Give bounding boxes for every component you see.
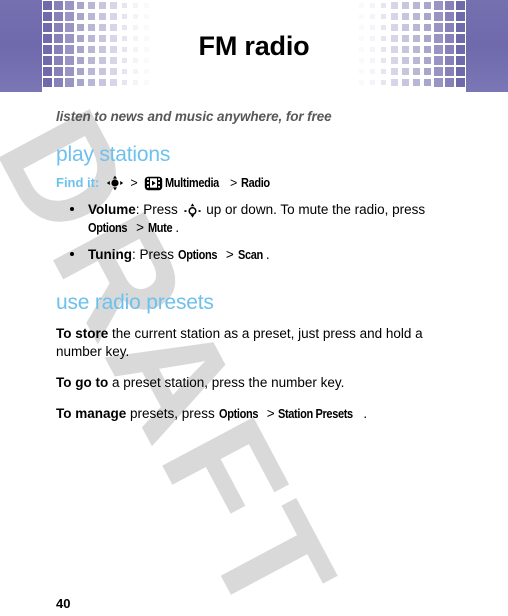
- term-volume: Volume: [88, 202, 136, 217]
- menu-item-multimedia[interactable]: Multimedia: [165, 176, 219, 191]
- page-title: FM radio: [0, 0, 508, 92]
- menu-item-options-3[interactable]: Options: [219, 406, 258, 423]
- manual-page: DRAFT FM radio listen to news and music …: [0, 0, 508, 616]
- find-it-label: Find it:: [56, 175, 100, 191]
- lead-to-manage: To manage: [56, 405, 127, 421]
- page-header: FM radio: [0, 0, 508, 92]
- body-to-manage: presets, press: [126, 405, 219, 421]
- paragraph-to-store: To store the current station as a preset…: [56, 325, 456, 361]
- term-tuning: Tuning: [88, 247, 132, 263]
- page-title-text: FM radio: [182, 28, 326, 64]
- bullet-dot: [70, 252, 74, 257]
- navigation-key-icon: [106, 175, 124, 191]
- menu-item-options-1[interactable]: Options: [88, 220, 127, 237]
- volume-separator: >: [132, 220, 148, 236]
- menu-item-radio[interactable]: Radio: [241, 176, 270, 191]
- section-heading-play-stations: play stations: [56, 143, 171, 166]
- paragraph-to-go-to: To go to a preset station, press the num…: [56, 374, 456, 392]
- bullet-dot: [70, 207, 74, 211]
- manage-end: .: [363, 405, 368, 421]
- tuning-end: .: [265, 247, 270, 263]
- section-heading-use-radio-presets: use radio presets: [56, 290, 214, 314]
- page-content: listen to news and music anywhere, for f…: [56, 92, 456, 423]
- tuning-text-1: : Press: [131, 247, 178, 263]
- volume-text-1: : Press: [135, 202, 182, 217]
- menu-item-mute[interactable]: Mute: [148, 220, 173, 237]
- scroll-key-icon: [183, 202, 201, 220]
- path-separator-1: >: [130, 175, 138, 190]
- volume-end: .: [175, 220, 180, 236]
- list-item-volume: Volume: Press up or down. To mute the ra…: [56, 201, 456, 237]
- multimedia-icon: [144, 176, 163, 191]
- body-to-go-to: a preset station, press the number key.: [108, 374, 345, 390]
- paragraph-to-manage: To manage presets, press Options > Stati…: [56, 405, 456, 423]
- manage-separator: >: [262, 405, 279, 421]
- body-to-store: the current station as a preset, just pr…: [56, 325, 423, 359]
- menu-item-scan[interactable]: Scan: [238, 247, 263, 264]
- volume-text-2: up or down. To mute the radio, press: [202, 202, 426, 217]
- tuning-separator: >: [222, 247, 238, 263]
- menu-item-options-2[interactable]: Options: [178, 247, 217, 264]
- list-item-tuning: Tuning: Press Options > Scan.: [56, 246, 456, 264]
- find-it-path: Find it: > Multimedia > Radio: [56, 175, 456, 191]
- lead-to-go-to: To go to: [56, 374, 109, 390]
- page-number: 40: [56, 596, 71, 611]
- page-tagline: listen to news and music anywhere, for f…: [56, 109, 332, 124]
- menu-item-station-presets[interactable]: Station Presets: [278, 406, 353, 423]
- path-separator-2: >: [229, 175, 238, 190]
- instruction-list: Volume: Press up or down. To mute the ra…: [56, 201, 456, 264]
- lead-to-store: To store: [56, 325, 109, 341]
